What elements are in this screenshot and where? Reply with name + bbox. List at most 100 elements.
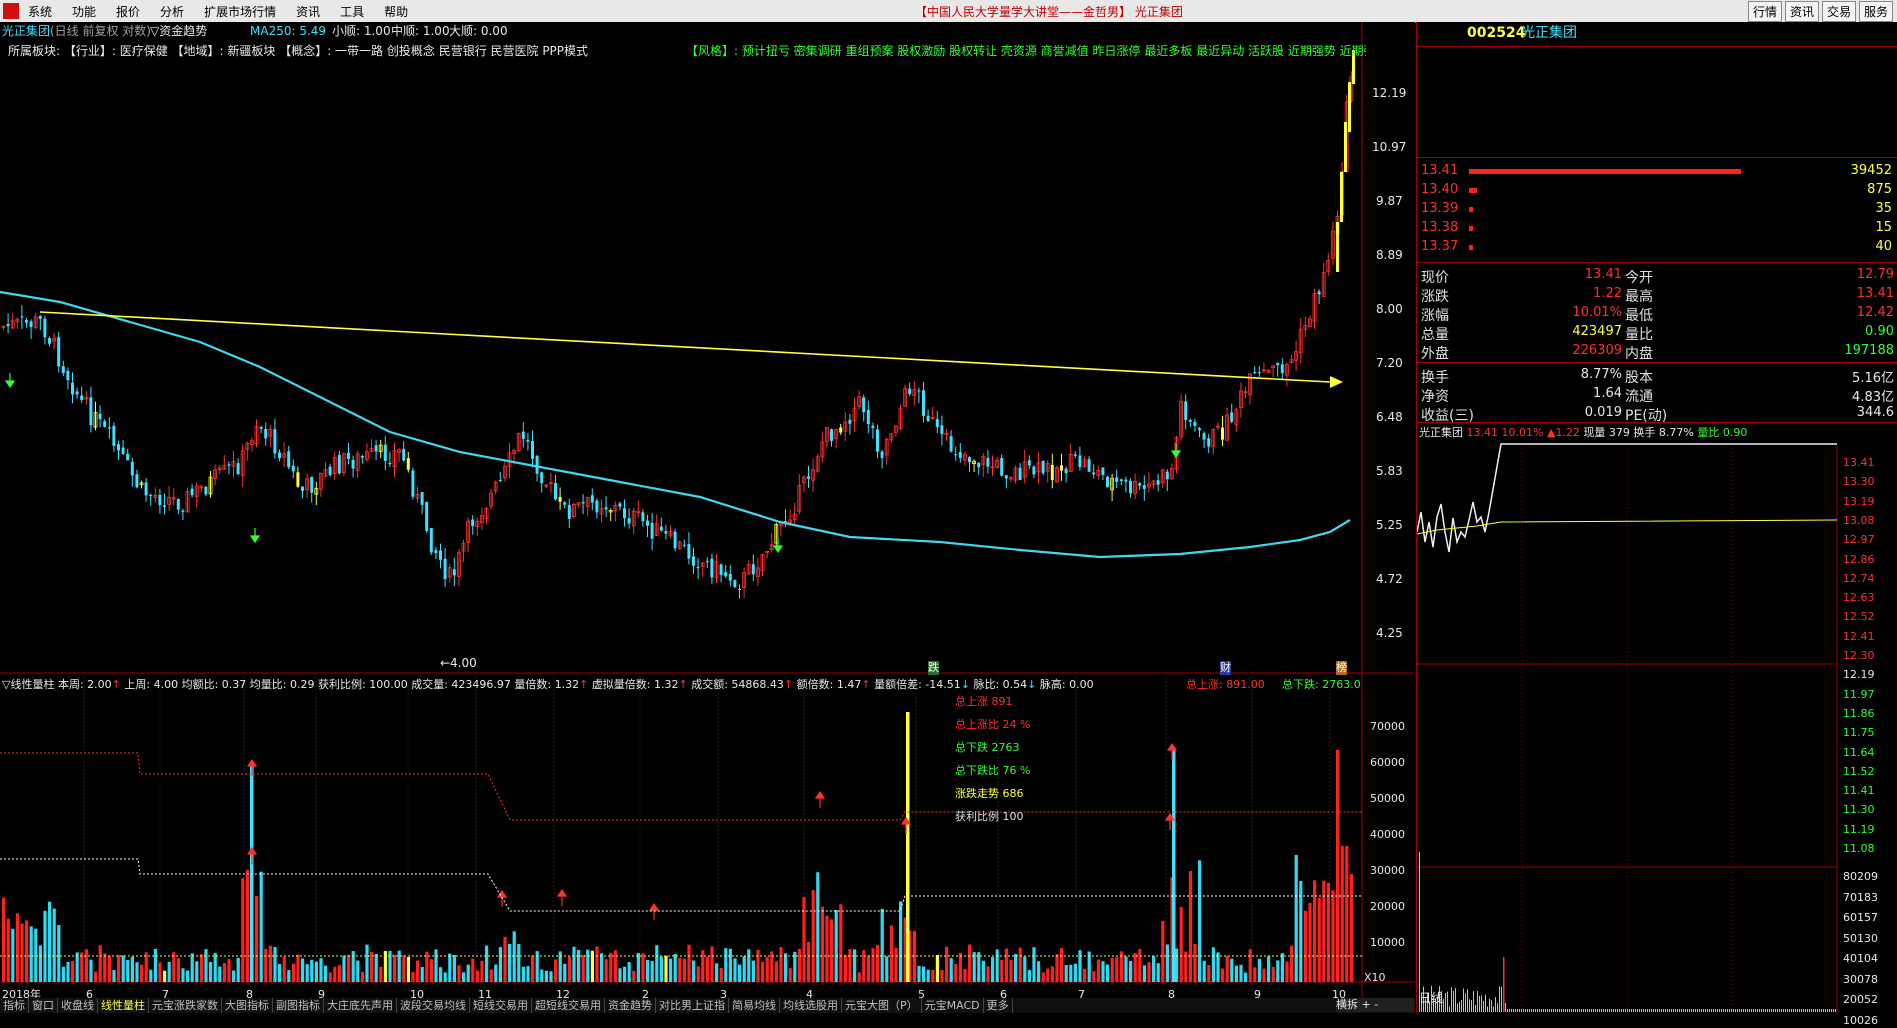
book-row[interactable]: 13.41 39452: [1417, 162, 1897, 181]
candle-body: [526, 439, 530, 442]
tab-9[interactable]: 短线交易用: [470, 998, 532, 1013]
candle-body: [710, 558, 714, 578]
tab-3[interactable]: 线性量柱: [98, 998, 149, 1013]
intraday-volume-bar: [1445, 993, 1446, 1012]
intraday-price-tick: 12.74: [1843, 571, 1875, 585]
intraday-volume-bar: [1713, 1009, 1714, 1012]
menu-function[interactable]: 功能: [72, 3, 96, 20]
tab-13[interactable]: 简易均线: [729, 998, 780, 1013]
tab-8[interactable]: 波段交易均线: [397, 998, 470, 1013]
quote-button[interactable]: 行情: [1747, 1, 1782, 22]
intraday-volume-bar: [1535, 1009, 1536, 1012]
volume-bar: [443, 972, 447, 982]
intraday-chart[interactable]: [1417, 422, 1897, 1012]
tab-0[interactable]: 指标: [0, 998, 29, 1013]
marker-bang[interactable]: 榜: [1336, 661, 1347, 675]
legend-item: 总上涨比 24 %: [955, 718, 1031, 731]
intraday-volume-bar: [1491, 1000, 1492, 1012]
intraday-volume-bar: [1811, 1009, 1812, 1012]
tab-17[interactable]: 更多: [984, 998, 1013, 1013]
volume-bar: [218, 966, 222, 982]
intraday-volume-bar: [1609, 1009, 1610, 1012]
intraday-volume-bar: [1741, 1009, 1742, 1012]
book-row[interactable]: 13.37 40: [1417, 238, 1897, 257]
volume-bar: [807, 942, 811, 982]
volume-bar: [673, 953, 677, 982]
legend-item: 总下跌 2763: [955, 741, 1020, 754]
menu-news[interactable]: 资讯: [296, 3, 320, 20]
menu-system[interactable]: 系统: [28, 3, 52, 20]
volume-bar: [190, 953, 194, 982]
tab-16[interactable]: 元宝MACD: [922, 998, 984, 1013]
tab-5[interactable]: 大图指标: [222, 998, 273, 1013]
candle-body: [751, 564, 755, 575]
volume-bar: [374, 953, 378, 982]
menu-extended-market[interactable]: 扩展市场行情: [204, 3, 276, 20]
volume-bar: [595, 946, 599, 982]
intraday-volume-bar: [1575, 1009, 1576, 1012]
tab-12[interactable]: 对比男上证指: [656, 998, 729, 1013]
stat-row: 涨跌 1.22 最高 13.41: [1421, 286, 1894, 305]
tab-15[interactable]: 元宝大图（P）: [842, 998, 922, 1013]
indicator-name[interactable]: ▽资金趋势: [150, 24, 207, 38]
volume-bar: [209, 961, 213, 982]
intraday-volume-bar: [1787, 1009, 1788, 1012]
tab-1[interactable]: 窗口: [29, 998, 58, 1013]
volume-bar: [517, 943, 521, 982]
volume-bar: [544, 970, 548, 982]
limit-up-candle: [1344, 122, 1347, 172]
marker-die[interactable]: 跌: [928, 661, 939, 675]
volume-bar: [751, 960, 755, 982]
tab-7[interactable]: 大庄底先声用: [324, 998, 397, 1013]
tab-11[interactable]: 资金趋势: [605, 998, 656, 1013]
intraday-volume-bar: [1677, 1009, 1678, 1012]
tab-6[interactable]: 副图指标: [273, 998, 324, 1013]
intraday-volume-bar: [1683, 1009, 1684, 1012]
volume-bar: [1027, 969, 1031, 982]
tab-2[interactable]: 收盘线: [58, 998, 98, 1013]
volume-bar: [604, 959, 608, 982]
period-label[interactable]: 日线: [1419, 991, 1443, 1005]
marker-cai[interactable]: 财: [1220, 661, 1231, 675]
menu-quote[interactable]: 报价: [116, 3, 140, 20]
intraday-volume-bar: [1639, 1009, 1640, 1012]
volume-bar: [2, 897, 6, 982]
candle-body: [968, 457, 971, 463]
tab-14[interactable]: 均线选股用: [780, 998, 842, 1013]
intraday-volume-bar: [1601, 1009, 1602, 1012]
volume-bar: [149, 969, 153, 982]
volume-bar: [1142, 965, 1146, 982]
kline-chart[interactable]: [0, 22, 1415, 998]
trade-button[interactable]: 交易: [1821, 1, 1856, 22]
book-row[interactable]: 13.39 35: [1417, 200, 1897, 219]
split-tab[interactable]: 横拆: [1336, 998, 1358, 1011]
tab-4[interactable]: 元宝涨跌家数: [149, 998, 222, 1013]
news-button[interactable]: 资讯: [1784, 1, 1819, 22]
volume-bar: [572, 946, 576, 982]
candle-body: [264, 428, 268, 439]
book-row[interactable]: 13.40 875: [1417, 181, 1897, 200]
volume-bar: [554, 959, 558, 982]
volume-bar: [121, 955, 125, 982]
service-button[interactable]: 服务: [1858, 1, 1893, 22]
volume-bar: [1207, 964, 1211, 982]
zoom-tab[interactable]: + -: [1362, 998, 1379, 1011]
vol-indicator-name[interactable]: ▽线性量柱: [2, 678, 54, 691]
menu-tools[interactable]: 工具: [340, 3, 364, 20]
volume-bar: [1133, 953, 1137, 982]
candle-body: [1027, 460, 1031, 466]
menu-help[interactable]: 帮助: [384, 3, 408, 20]
stat-row: 换手 8.77% 股本 5.16亿: [1421, 367, 1894, 386]
main-chart-area[interactable]: 光正集团 (日线 前复权 对数) ▽资金趋势 MA250: 5.49 小顺: 1…: [0, 22, 1415, 1013]
volume-bar: [747, 949, 751, 982]
candle-body: [351, 459, 355, 469]
vol-item: 量额倍差: -14.51: [874, 678, 961, 691]
intraday-volume-bar: [1781, 1009, 1782, 1012]
book-row[interactable]: 13.38 15: [1417, 219, 1897, 238]
volume-bar: [623, 966, 627, 982]
volume-bar: [563, 963, 567, 982]
volume-bar: [57, 924, 61, 982]
tab-10[interactable]: 超短线交易用: [532, 998, 605, 1013]
volume-bar: [282, 956, 286, 982]
menu-analysis[interactable]: 分析: [160, 3, 184, 20]
